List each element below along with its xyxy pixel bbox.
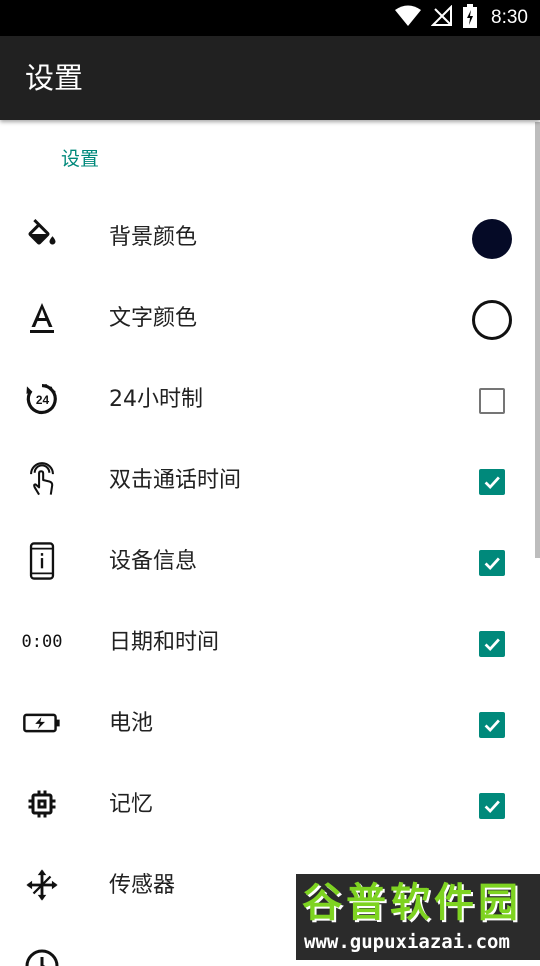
setting-background-color[interactable]: 背景颜色 [0,197,540,278]
page-title: 设置 [25,61,84,95]
battery-icon [22,703,62,743]
setting-24-hour[interactable]: 24 24小时制 [0,359,540,440]
setting-label: 24小时制 [109,387,203,412]
memory-chip-icon [22,784,62,824]
settings-list: 背景颜色 文字颜色 24 24小时制 双击通话时间 设备信息 0:00 日期和时… [0,197,540,966]
setting-label: 日期和时间 [109,630,220,655]
no-signal-icon [430,4,453,31]
setting-label: 背景颜色 [109,225,198,250]
watermark-logo: 谷普软件园 www.gupuxiazai.com [296,874,540,960]
wifi-icon [395,5,422,31]
24-hour-checkbox[interactable] [470,379,514,423]
setting-label: 双击通话时间 [109,468,242,493]
paint-bucket-icon [22,217,62,257]
date-time-checkbox[interactable] [470,622,514,666]
setting-memory[interactable]: 记忆 [0,764,540,845]
setting-label: 记忆 [109,792,154,817]
status-icons: 8:30 [395,0,528,36]
setting-device-info[interactable]: 设备信息 [0,521,540,602]
phone-info-icon [22,541,62,581]
scrollbar[interactable] [535,122,540,558]
battery-charging-icon [463,4,478,32]
watermark-url: www.gupuxiazai.com [304,931,510,953]
setting-double-tap[interactable]: 双击通话时间 [0,440,540,521]
setting-date-time[interactable]: 0:00 日期和时间 [0,602,540,683]
setting-text-color[interactable]: 文字颜色 [0,278,540,359]
text-color-icon [22,298,62,338]
setting-label: 设备信息 [109,549,198,574]
digital-clock-text: 0:00 [21,632,63,652]
watermark-title: 谷普软件园 [302,880,522,926]
clock-icon [22,946,62,966]
memory-checkbox[interactable] [470,784,514,828]
section-header: 设置 [61,148,100,170]
device-info-checkbox[interactable] [470,541,514,585]
touch-gesture-icon [22,460,62,500]
battery-checkbox[interactable] [470,703,514,747]
setting-label: 传感器 [109,873,176,898]
setting-battery[interactable]: 电池 [0,683,540,764]
background-color-swatch[interactable] [470,217,514,261]
digital-clock-icon: 0:00 [21,622,63,662]
status-time: 8:30 [491,7,528,28]
sensor-icon [22,865,62,905]
status-bar: 8:30 [0,0,540,36]
double-tap-checkbox[interactable] [470,460,514,504]
text-color-swatch[interactable] [470,298,514,342]
24-hour-icon: 24 [22,379,62,419]
setting-label: 文字颜色 [109,306,198,331]
app-bar: 设置 [0,36,540,120]
svg-text:24: 24 [36,393,50,407]
setting-label: 电池 [109,711,154,736]
